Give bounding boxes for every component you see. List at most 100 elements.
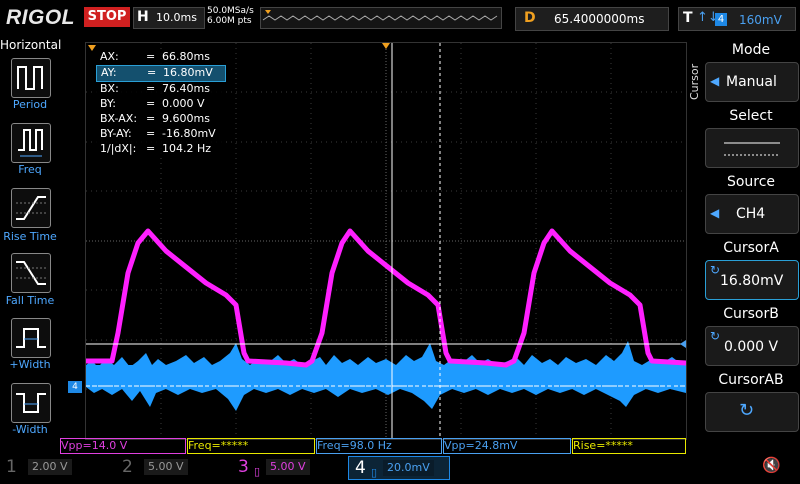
channel-4-coupling-icon: ▯: [371, 466, 378, 479]
channel-2-number: 2: [122, 457, 133, 477]
speaker-mute-icon[interactable]: 🔇: [762, 456, 786, 476]
channel-2-tab[interactable]: 2 5.00 V: [116, 456, 226, 478]
trigger-box[interactable]: T ↑↓ 4 160mV: [678, 7, 796, 31]
readout-value: 66.80ms: [162, 50, 210, 63]
rise-time-measure-button[interactable]: [11, 188, 51, 228]
measurement-ch1-rise[interactable]: Rise=*****: [572, 438, 686, 454]
freq-icon: [18, 129, 43, 157]
brand-logo: RIGOL: [6, 6, 75, 29]
knob-icon: ↻: [739, 400, 755, 421]
select-arrow-icon: ◀: [710, 206, 720, 220]
pos-width-icon: [16, 328, 46, 348]
cursor-ab-field[interactable]: ↻: [705, 392, 799, 432]
trigger-position-marker-icon: [382, 43, 390, 49]
delay-label: D: [524, 10, 536, 26]
menu-side-label: Cursor: [688, 63, 701, 100]
select-arrow-icon: ◀: [710, 74, 720, 88]
measure-category-title[interactable]: Horizontal: [0, 38, 61, 52]
readout-value: 104.2 Hz: [162, 142, 212, 155]
memory-overview-waveform: [262, 10, 498, 21]
readout-value: 16.80mV: [163, 66, 213, 79]
knob-icon: ↻: [710, 329, 721, 343]
readout-eq: =: [146, 112, 156, 125]
readout-eq: =: [146, 82, 156, 95]
rise-time-label: Rise Time: [3, 230, 57, 243]
cursor-readout-box: AX: = 66.80ms AY: = 16.80mV BX: = 76.40ms BY: =…: [96, 50, 226, 157]
channel-3-number: 3: [238, 457, 249, 477]
readout-eq: =: [146, 142, 156, 155]
mode-value: Manual: [726, 74, 777, 90]
trigger-label: T: [683, 10, 693, 26]
readout-key: BX-AX:: [100, 112, 138, 125]
freq-label: Freq: [18, 163, 42, 176]
neg-width-icon: [16, 393, 46, 413]
channel-1-number: 1: [6, 457, 17, 477]
timebase-box[interactable]: H 10.0ms: [133, 7, 205, 29]
trigger-source: 4: [715, 13, 727, 26]
readout-key: BY:: [100, 97, 116, 110]
cursor-b-value-field[interactable]: ↻ 0.000 V: [705, 326, 799, 366]
pos-width-label: +Width: [9, 358, 51, 371]
memory-overview[interactable]: [260, 7, 502, 29]
readout-eq: =: [146, 127, 156, 140]
mode-select[interactable]: ◀ Manual: [705, 62, 799, 102]
fall-time-icon: [16, 261, 46, 285]
readout-row: AX: = 66.80ms: [96, 50, 226, 65]
timebase-label: H: [137, 9, 149, 25]
readout-row: 1/|dX|: = 104.2 Hz: [96, 142, 226, 157]
channel-4-tab[interactable]: 4 ▯ 20.0mV: [348, 456, 450, 480]
readout-key: AX:: [100, 50, 119, 63]
readout-row: BY-AY: = -16.80mV: [96, 127, 226, 142]
fall-time-measure-button[interactable]: [11, 253, 51, 293]
source-title: Source: [726, 174, 776, 190]
sample-info: 50.0MSa/s 6.00M pts: [207, 6, 254, 26]
trigger-pos-marker-icon: [265, 10, 271, 14]
readout-value: -16.80mV: [162, 127, 216, 140]
delay-box[interactable]: D 65.4000000ms: [515, 7, 669, 31]
horizontal-marker-icon: [88, 45, 96, 51]
readout-key: BX:: [100, 82, 119, 95]
channel-3-tab[interactable]: 3 ▯ 5.00 V: [232, 456, 342, 478]
ch4-offset-marker[interactable]: 4: [68, 381, 82, 393]
sample-rate: 50.0MSa/s: [207, 6, 254, 16]
readout-key: AY:: [101, 66, 117, 79]
readout-value: 76.40ms: [162, 82, 210, 95]
cursor-a-value-field[interactable]: ↻ 16.80mV: [705, 260, 799, 300]
select-button[interactable]: [705, 128, 799, 168]
cursor-b-title: CursorB: [723, 306, 779, 322]
source-value: CH4: [736, 206, 766, 222]
pos-width-measure-button[interactable]: [11, 318, 51, 358]
measurement-ch4-vpp[interactable]: Vpp=24.8mV: [443, 438, 571, 454]
measurement-ch4-freq[interactable]: Freq=98.0 Hz: [316, 438, 442, 454]
cursor-line-select-icon: [724, 142, 780, 156]
readout-key: BY-AY:: [100, 127, 132, 140]
cursor-a-title: CursorA: [723, 240, 779, 256]
freq-measure-button[interactable]: [11, 123, 51, 163]
trigger-level: 160mV: [739, 13, 782, 27]
channel-1-scale: 2.00 V: [28, 459, 72, 475]
readout-row: BY: = 0.000 V: [96, 97, 226, 112]
readout-row: BX: = 76.40ms: [96, 82, 226, 97]
readout-value: 9.600ms: [162, 112, 210, 125]
timebase-value: 10.0ms: [156, 11, 197, 24]
period-label: Period: [12, 98, 48, 111]
period-measure-button[interactable]: [11, 58, 51, 98]
memory-depth: 6.00M pts: [207, 16, 252, 26]
source-select[interactable]: ◀ CH4: [705, 194, 799, 234]
readout-eq: =: [146, 97, 156, 110]
channel-3-scale: 5.00 V: [266, 459, 310, 475]
cursor-ab-title: CursorAB: [718, 372, 784, 388]
neg-width-measure-button[interactable]: [11, 383, 51, 423]
cursor-a-value: 16.80mV: [720, 273, 784, 289]
neg-width-label: -Width: [12, 423, 48, 436]
readout-eq: =: [147, 66, 157, 79]
run-stop-status[interactable]: STOP: [84, 7, 130, 27]
channel-4-number: 4: [355, 458, 366, 478]
knob-icon: ↻: [710, 263, 721, 277]
rise-time-icon: [16, 196, 46, 220]
readout-key: 1/|dX|:: [100, 142, 137, 155]
measurement-ch3-vpp[interactable]: Vpp=14.0 V: [60, 438, 186, 454]
measurement-ch1-freq[interactable]: Freq=*****: [187, 438, 315, 454]
select-title: Select: [729, 108, 773, 124]
channel-1-tab[interactable]: 1 2.00 V: [0, 456, 110, 478]
